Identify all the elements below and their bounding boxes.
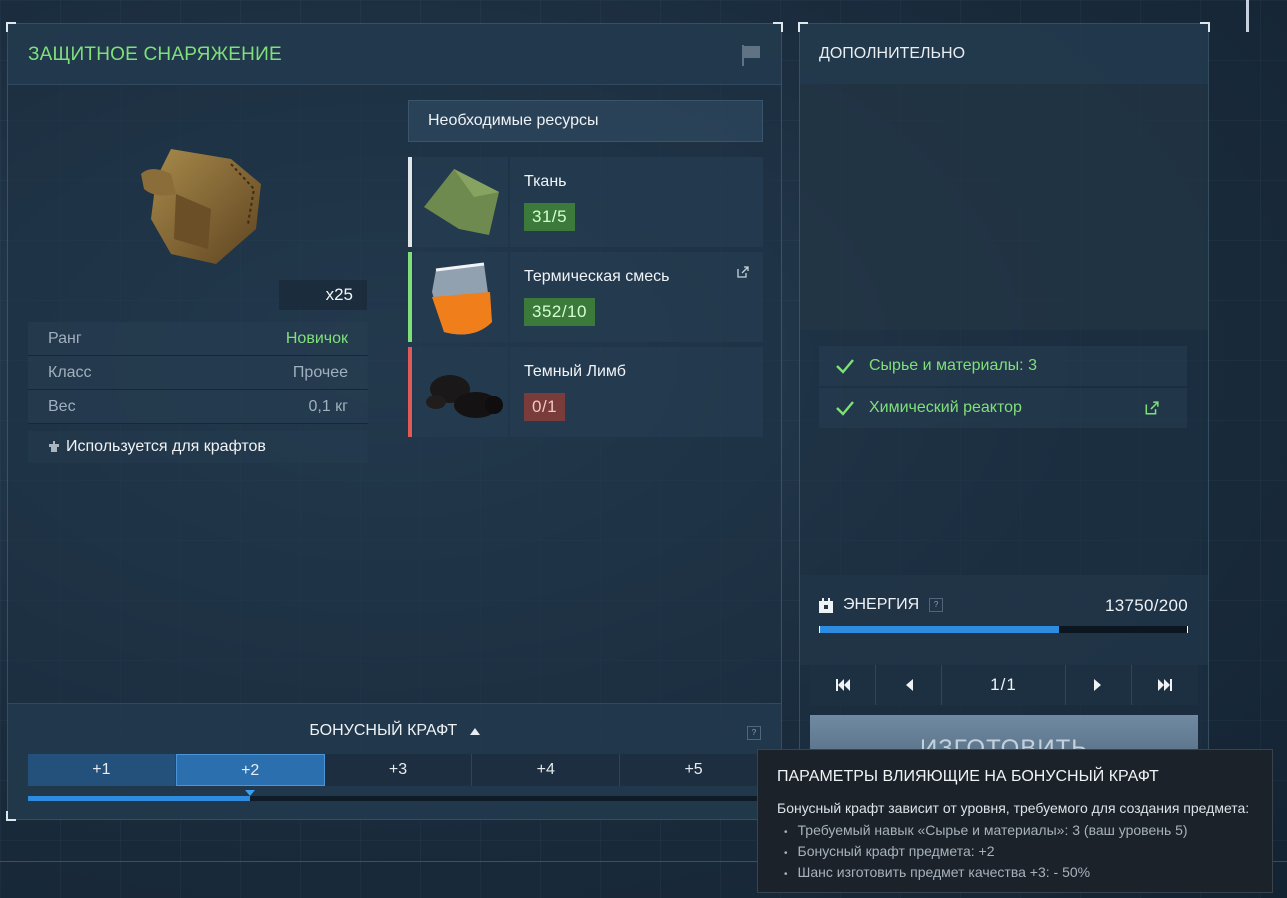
help-icon[interactable]: ?	[929, 598, 944, 612]
resource-thumb	[414, 347, 508, 437]
last-page-icon	[1158, 679, 1172, 691]
resource-item[interactable]: Ткань 31/5	[408, 157, 763, 247]
flag-icon[interactable]	[741, 44, 761, 66]
resource-status-bar	[408, 252, 412, 342]
page-indicator: 1/1	[942, 665, 1066, 705]
scrollbar[interactable]	[1246, 0, 1249, 32]
protective-gear-image	[141, 149, 261, 264]
stat-row-rank: Ранг Новичок	[28, 322, 368, 356]
resource-status-bar	[408, 157, 412, 247]
resource-item[interactable]: Термическая смесь 352/10	[408, 252, 763, 342]
requirement-skill: Сырье и материалы: 3	[819, 346, 1187, 386]
resource-qty: 31/5	[524, 203, 576, 231]
tooltip-title: ПАРАМЕТРЫ ВЛИЯЮЩИЕ НА БОНУСНЫЙ КРАФТ	[777, 768, 1159, 785]
fabric-image	[424, 169, 499, 235]
item-title: ЗАЩИТНОЕ СНАРЯЖЕНИЕ	[28, 44, 282, 65]
next-page-button[interactable]	[1066, 665, 1132, 705]
resource-name: Темный Лимб	[524, 363, 626, 380]
resource-status-bar	[408, 347, 412, 437]
check-icon	[836, 359, 854, 374]
used-for-label: Используется для крафтов	[66, 438, 266, 455]
first-page-button[interactable]	[810, 665, 876, 705]
resource-name: Ткань	[524, 173, 567, 190]
additional-panel: ДОПОЛНИТЕЛЬНО Сырье и материалы: 3 Химич…	[798, 22, 1210, 820]
stat-value: Новичок	[285, 329, 348, 347]
craft-icon	[49, 441, 59, 452]
requirement-label: Сырье и материалы: 3	[869, 357, 1037, 374]
resources-header: Необходимые ресурсы	[408, 100, 763, 142]
tooltip-item: Шанс изготовить предмет качества +3: - 5…	[784, 862, 1188, 883]
last-page-button[interactable]	[1132, 665, 1198, 705]
stat-value: Прочее	[292, 363, 348, 381]
dark-limb-image	[426, 375, 503, 418]
stat-row-weight: Вес 0,1 кг	[28, 390, 368, 424]
stat-value: 0,1 кг	[308, 397, 348, 415]
requirement-station[interactable]: Химический реактор	[819, 388, 1187, 428]
bonus-tab[interactable]: +5	[620, 754, 768, 786]
energy-section: ЭНЕРГИЯ ? 13750/200	[800, 575, 1208, 665]
tooltip-item: Бонусный крафт предмета: +2	[784, 841, 1188, 862]
stat-label: Класс	[48, 363, 92, 381]
bonus-craft-tooltip: ПАРАМЕТРЫ ВЛИЯЮЩИЕ НА БОНУСНЫЙ КРАФТ Бон…	[757, 749, 1273, 893]
item-count: x25	[279, 280, 367, 310]
bonus-tab[interactable]: +1	[28, 754, 176, 786]
help-icon[interactable]: ?	[747, 726, 761, 740]
bonus-craft-title: БОНУСНЫЙ КРАФТ	[309, 722, 458, 739]
resource-thumb	[414, 252, 508, 342]
bonus-craft-toggle[interactable]: БОНУСНЫЙ КРАФТ	[8, 722, 781, 740]
energy-icon	[819, 597, 833, 613]
first-page-icon	[835, 679, 850, 691]
bonus-tab[interactable]: +4	[472, 754, 621, 786]
additional-content	[800, 84, 1208, 330]
pager: 1/1	[810, 665, 1198, 705]
used-for-crafting[interactable]: Используется для крафтов	[28, 431, 368, 463]
item-stats: Ранг Новичок Класс Прочее Вес 0,1 кг	[28, 322, 368, 424]
resource-name: Термическая смесь	[524, 268, 670, 285]
prev-page-icon	[906, 679, 913, 691]
resource-qty: 0/1	[524, 393, 566, 421]
energy-label-group: ЭНЕРГИЯ ?	[819, 596, 944, 614]
stat-label: Ранг	[48, 329, 82, 347]
bonus-progress-fill	[28, 796, 250, 801]
requirement-label: Химический реактор	[869, 399, 1022, 416]
external-link-icon[interactable]	[1144, 401, 1159, 416]
stat-label: Вес	[48, 397, 76, 415]
bonus-tabs: +1 +2 +3 +4 +5	[28, 754, 768, 786]
bonus-progress-marker	[245, 790, 255, 796]
resource-item[interactable]: Темный Лимб 0/1	[408, 347, 763, 437]
bonus-tab[interactable]: +3	[324, 754, 473, 786]
resource-info: Темный Лимб 0/1	[510, 347, 763, 437]
external-link-icon[interactable]	[736, 266, 749, 279]
resource-info: Термическая смесь 352/10	[510, 252, 763, 342]
additional-header: ДОПОЛНИТЕЛЬНО	[800, 24, 1208, 84]
item-panel: ЗАЩИТНОЕ СНАРЯЖЕНИЕ x25 Ранг Новичок Кла…	[6, 22, 783, 821]
triangle-up-icon	[469, 728, 480, 735]
bonus-craft-section: БОНУСНЫЙ КРАФТ ? +1 +2 +3 +4 +5	[8, 703, 781, 819]
next-page-icon	[1094, 679, 1101, 691]
resource-qty: 352/10	[524, 298, 595, 326]
energy-bar	[819, 626, 1188, 633]
additional-title: ДОПОЛНИТЕЛЬНО	[819, 45, 966, 62]
energy-title: ЭНЕРГИЯ	[843, 596, 920, 613]
bonus-tab-active[interactable]: +2	[175, 754, 325, 786]
item-header: ЗАЩИТНОЕ СНАРЯЖЕНИЕ	[8, 24, 781, 85]
resource-info: Ткань 31/5	[510, 157, 763, 247]
tooltip-subtitle: Бонусный крафт зависит от уровня, требуе…	[777, 800, 1250, 816]
resource-thumb	[414, 157, 508, 247]
stat-row-class: Класс Прочее	[28, 356, 368, 390]
thermal-mixture-image	[432, 262, 492, 335]
tooltip-list: Требуемый навык «Сырье и материалы»: 3 (…	[784, 820, 1188, 883]
prev-page-button[interactable]	[876, 665, 942, 705]
tooltip-item: Требуемый навык «Сырье и материалы»: 3 (…	[784, 820, 1188, 841]
check-icon	[836, 401, 854, 416]
energy-value: 13750/200	[1104, 596, 1188, 615]
bonus-progress-bar	[28, 790, 768, 801]
energy-bar-fill	[820, 626, 1059, 633]
